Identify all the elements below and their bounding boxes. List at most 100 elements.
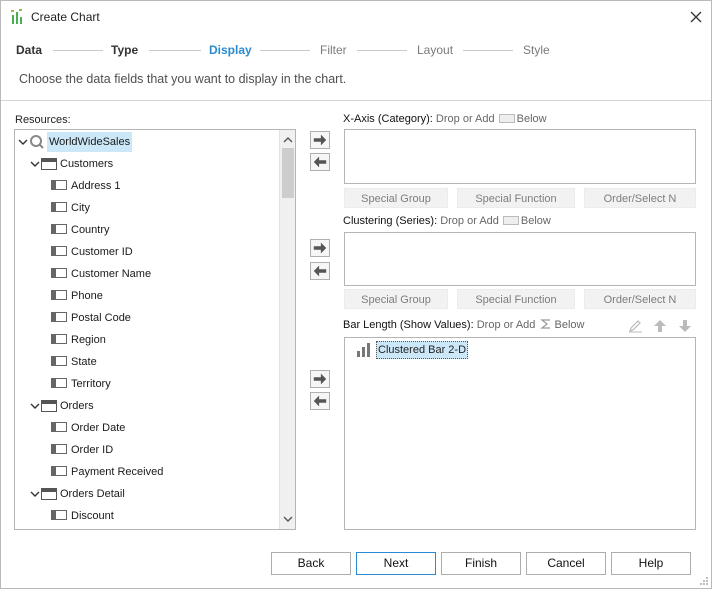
xaxis-below: Below — [516, 113, 547, 125]
special-function-button[interactable]: Special Function — [457, 188, 575, 208]
barlength-drop-zone[interactable]: Clustered Bar 2-D — [344, 337, 696, 530]
header-separator — [1, 100, 711, 101]
window-title: Create Chart — [31, 10, 100, 24]
xaxis-drop-zone[interactable] — [344, 129, 696, 184]
add-right-arrow-icon[interactable] — [310, 239, 330, 257]
step-data[interactable]: Data — [16, 43, 42, 57]
barlength-label: Bar Length (Show Values): — [343, 319, 474, 331]
table-icon — [41, 400, 57, 412]
remove-left-arrow-icon[interactable] — [310, 392, 330, 410]
order-select-button[interactable]: Order/Select N — [584, 289, 696, 309]
step-layout[interactable]: Layout — [417, 43, 453, 57]
tree-field-label: Discount — [71, 510, 114, 522]
below-toggle[interactable] — [502, 216, 519, 225]
query-icon — [30, 135, 44, 149]
order-select-button[interactable]: Order/Select N — [584, 188, 696, 208]
xaxis-zone-label: X-Axis (Category): Drop or Add Below — [343, 113, 547, 125]
tree-field-label: Postal Code — [71, 312, 131, 324]
below-toggle[interactable] — [498, 114, 515, 123]
step-style[interactable]: Style — [523, 43, 550, 57]
step-divider — [260, 50, 310, 51]
field-icon — [51, 224, 67, 234]
tree-field-label: Payment Received — [71, 466, 164, 478]
add-right-arrow-icon[interactable] — [310, 370, 330, 388]
clustering-drop-zone[interactable] — [344, 232, 696, 286]
table-icon — [41, 488, 57, 500]
field-icon — [51, 290, 67, 300]
close-icon[interactable] — [685, 7, 707, 27]
step-divider — [357, 50, 407, 51]
tree-field-label: Customer ID — [71, 246, 133, 258]
remove-left-arrow-icon[interactable] — [310, 262, 330, 280]
step-filter[interactable]: Filter — [320, 43, 347, 57]
field-icon — [51, 444, 67, 454]
scrollbar-thumb[interactable] — [282, 148, 294, 198]
chevron-down-icon[interactable] — [17, 132, 29, 152]
clustering-hint: Drop or Add — [440, 215, 499, 227]
step-display[interactable]: Display — [209, 43, 252, 57]
step-divider — [463, 50, 513, 51]
back-button[interactable]: Back — [271, 552, 351, 575]
field-icon — [51, 312, 67, 322]
tree-scrollbar[interactable] — [279, 130, 295, 529]
field-icon — [51, 422, 67, 432]
special-function-button[interactable]: Special Function — [457, 289, 575, 309]
field-icon — [51, 334, 67, 344]
scroll-down-icon[interactable] — [280, 511, 296, 527]
wizard-subtitle: Choose the data fields that you want to … — [19, 72, 347, 86]
tree-field-label: Address 1 — [71, 180, 121, 192]
create-chart-dialog: Create Chart Data Type Display Filter La… — [0, 0, 712, 589]
field-icon — [51, 246, 67, 256]
tree-field-label: Phone — [71, 290, 103, 302]
help-button[interactable]: Help — [611, 552, 691, 575]
tree-table-label: Customers — [60, 158, 114, 170]
field-icon — [51, 202, 67, 212]
special-group-button[interactable]: Special Group — [344, 289, 448, 309]
barlength-item-label: Clustered Bar 2-D — [376, 341, 469, 359]
scroll-up-icon[interactable] — [280, 132, 296, 148]
move-up-icon[interactable] — [651, 318, 669, 334]
step-divider — [53, 50, 103, 51]
field-icon — [51, 268, 67, 278]
remove-left-arrow-icon[interactable] — [310, 153, 330, 171]
tree-field-label: State — [71, 356, 97, 368]
clustering-below: Below — [520, 215, 551, 227]
tree-field-label: Territory — [71, 378, 111, 390]
tree-field-label: Customer Name — [71, 268, 152, 280]
edit-pencil-icon[interactable] — [627, 318, 645, 334]
sigma-icon[interactable] — [540, 318, 552, 330]
barlength-below: Below — [554, 319, 585, 331]
resize-grip-icon[interactable] — [699, 576, 709, 586]
resources-label: Resources: — [15, 114, 71, 126]
chevron-down-icon[interactable] — [29, 396, 41, 416]
title-bar: Create Chart — [1, 1, 711, 33]
tree-field-label: Region — [71, 334, 106, 346]
field-icon — [51, 466, 67, 476]
tree-field-label: Order Date — [71, 422, 126, 434]
field-icon — [51, 180, 67, 190]
add-right-arrow-icon[interactable] — [310, 131, 330, 149]
chevron-down-icon[interactable] — [29, 484, 41, 504]
move-down-icon[interactable] — [676, 318, 694, 334]
step-divider — [149, 50, 201, 51]
cancel-button[interactable]: Cancel — [526, 552, 606, 575]
chart-app-icon — [11, 9, 22, 24]
finish-button[interactable]: Finish — [441, 552, 521, 575]
xaxis-label: X-Axis (Category): — [343, 113, 433, 125]
wizard-steps: Data Type Display Filter Layout Style — [1, 41, 711, 61]
next-button[interactable]: Next — [356, 552, 436, 575]
clustering-label: Clustering (Series): — [343, 215, 438, 227]
chevron-down-icon[interactable] — [29, 154, 41, 174]
tree-table-label: Orders Detail — [60, 488, 125, 500]
table-icon — [41, 158, 57, 170]
field-icon — [51, 510, 67, 520]
tree-root-label: WorldWideSales — [47, 132, 133, 152]
bar-chart-icon — [357, 343, 370, 357]
special-group-button[interactable]: Special Group — [344, 188, 448, 208]
field-icon — [51, 356, 67, 366]
resources-tree[interactable]: WorldWideSales Customers Address 1 City … — [14, 129, 296, 530]
tree-field-label: Order ID — [71, 444, 114, 456]
field-icon — [51, 378, 67, 388]
tree-field-label: Country — [71, 224, 110, 236]
step-type[interactable]: Type — [111, 43, 138, 57]
